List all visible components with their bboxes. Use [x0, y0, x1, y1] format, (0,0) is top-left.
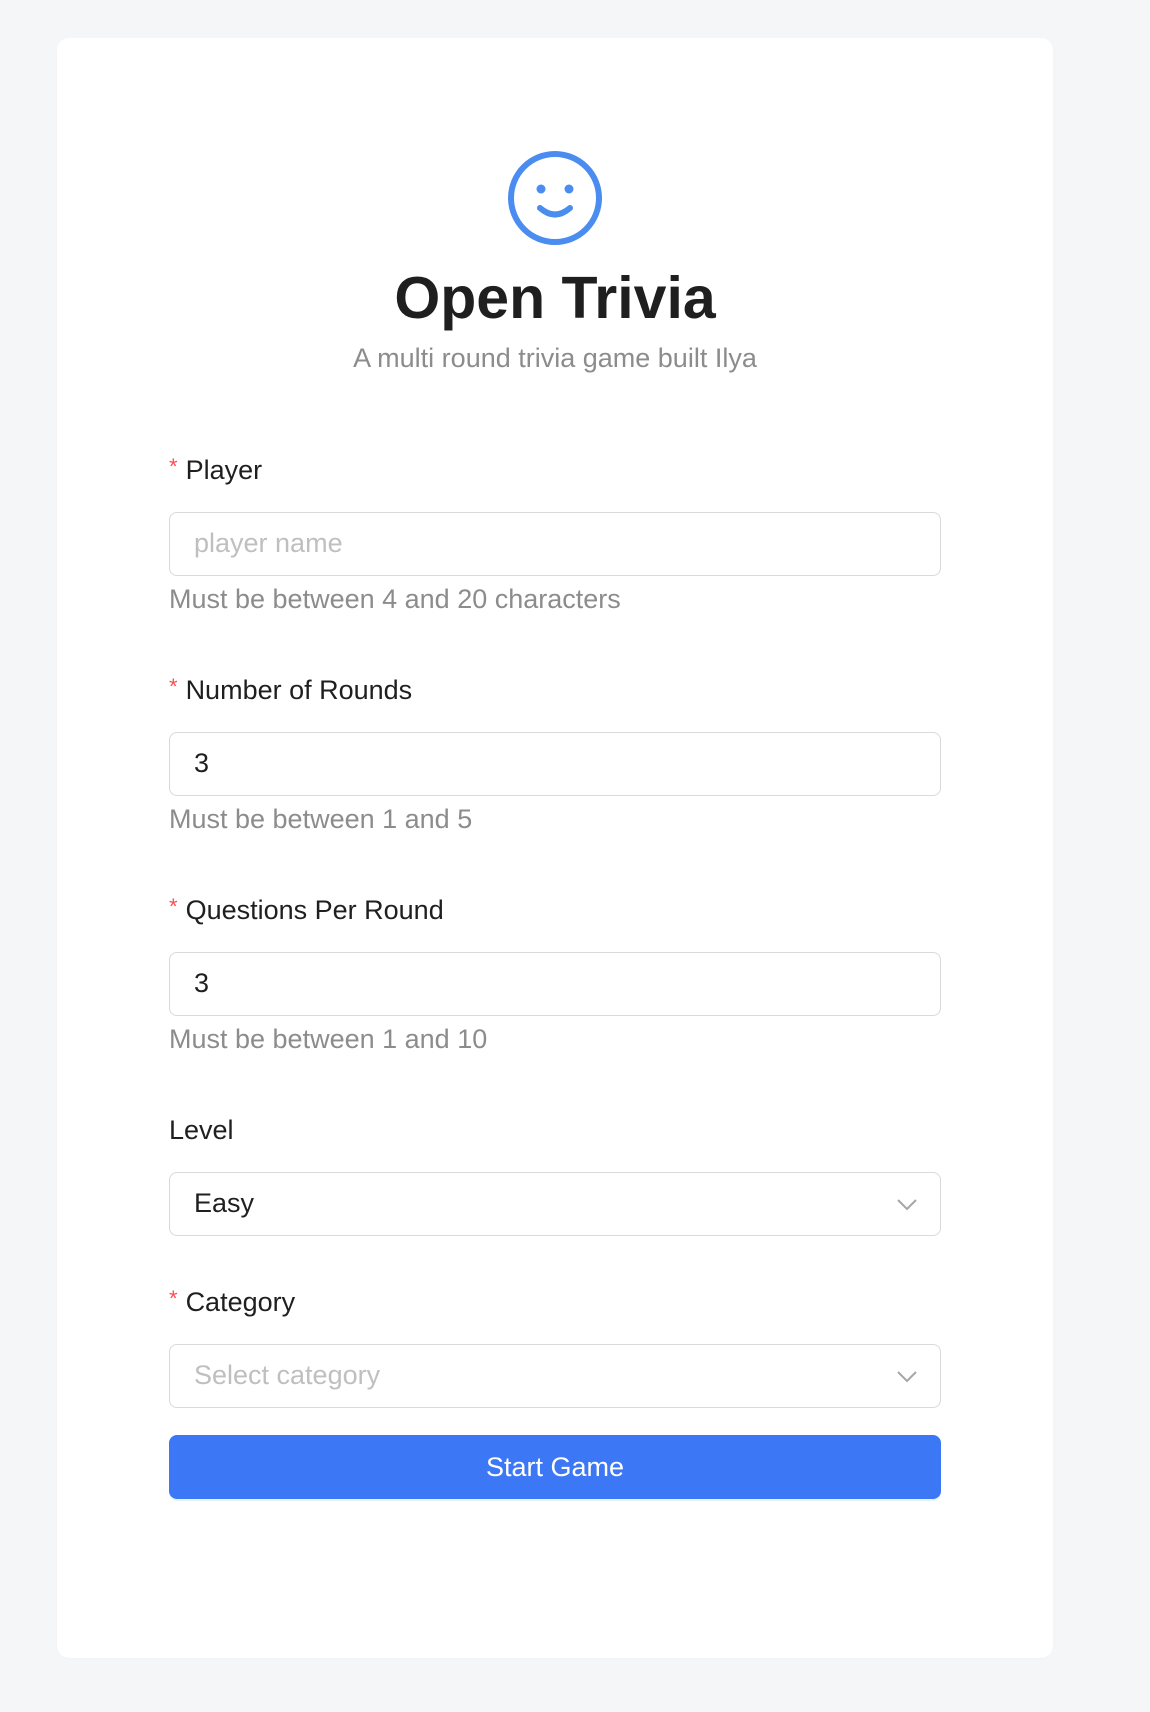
required-mark: *	[169, 454, 178, 479]
player-help-text: Must be between 4 and 20 characters	[169, 584, 621, 614]
level-label-text: Level	[169, 1115, 234, 1145]
page-subtitle: A multi round trivia game built Ilya	[353, 343, 757, 373]
level-select[interactable]: Easy	[169, 1172, 941, 1236]
chevron-down-icon	[897, 1199, 917, 1211]
rounds-input[interactable]: 3	[169, 732, 941, 796]
category-label-text: Category	[185, 1287, 296, 1317]
chevron-down-icon	[897, 1371, 917, 1383]
start-game-button[interactable]: Start Game	[169, 1435, 941, 1499]
questions-form-item: * Questions Per Round 3 Must be between 1…	[169, 890, 941, 1055]
category-select[interactable]: Select category	[169, 1344, 941, 1408]
rounds-label: * Number of Rounds	[169, 670, 941, 710]
setup-card: Open Trivia A multi round trivia game bu…	[57, 38, 1053, 1658]
required-mark: *	[169, 1286, 178, 1311]
player-label: * Player	[169, 450, 941, 490]
category-placeholder: Select category	[194, 1360, 381, 1390]
rounds-help-text: Must be between 1 and 5	[169, 804, 473, 834]
player-name-placeholder: player name	[194, 528, 343, 558]
player-name-input[interactable]: player name	[169, 512, 941, 576]
category-form-item: * Category Select category	[169, 1282, 941, 1408]
rounds-value: 3	[194, 748, 210, 778]
required-mark: *	[169, 894, 178, 919]
questions-input[interactable]: 3	[169, 952, 941, 1016]
questions-label: * Questions Per Round	[169, 890, 941, 930]
rounds-form-item: * Number of Rounds 3 Must be between 1 an…	[169, 670, 941, 835]
smiley-face-icon	[508, 151, 602, 245]
category-label: * Category	[169, 1282, 941, 1322]
questions-help-text: Must be between 1 and 10	[169, 1024, 488, 1054]
level-selected-value: Easy	[194, 1188, 255, 1218]
player-form-item: * Player player name Must be between 4 an…	[169, 450, 941, 615]
rounds-label-text: Number of Rounds	[185, 675, 413, 705]
level-form-item: Level Easy	[169, 1110, 941, 1236]
required-mark: *	[169, 674, 178, 699]
player-label-text: Player	[185, 455, 263, 485]
level-label: Level	[169, 1110, 941, 1150]
questions-label-text: Questions Per Round	[185, 895, 444, 925]
page-title: Open Trivia	[394, 265, 716, 331]
questions-value: 3	[194, 968, 210, 998]
